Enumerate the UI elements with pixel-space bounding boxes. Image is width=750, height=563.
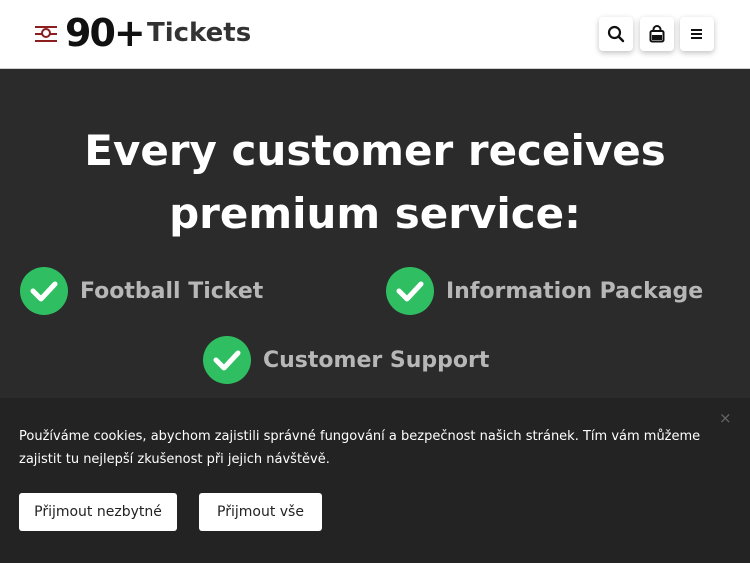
check-circle-icon — [20, 267, 68, 315]
feature-label: Football Ticket — [80, 278, 264, 304]
feature-label: Customer Support — [263, 347, 490, 373]
cart-button[interactable] — [640, 17, 674, 51]
site-logo[interactable]: 90+ — [35, 11, 146, 55]
cookie-banner: × Používáme cookies, abychom zajistili s… — [0, 398, 750, 563]
accept-necessary-button[interactable]: Přijmout nezbytné — [19, 493, 177, 531]
logo-mark-icon — [35, 22, 59, 44]
site-header: 90+ Tickets — [0, 0, 750, 69]
search-icon — [607, 25, 625, 43]
menu-icon — [691, 29, 702, 39]
check-circle-icon — [386, 267, 434, 315]
site-name[interactable]: Tickets — [147, 15, 251, 51]
search-button[interactable] — [599, 17, 633, 51]
feature-information-package: Information Package — [386, 267, 703, 315]
cookie-text: Používáme cookies, abychom zajistili spr… — [19, 429, 701, 467]
logo-text: 90+ — [65, 11, 146, 55]
menu-button[interactable] — [680, 17, 714, 51]
accept-all-button[interactable]: Přijmout vše — [199, 493, 322, 531]
feature-customer-support: Customer Support — [203, 336, 489, 384]
feature-label: Information Package — [446, 278, 704, 304]
feature-football-ticket: Football Ticket — [20, 267, 263, 315]
hero-headline: Every customer receives premium service: — [84, 126, 666, 238]
check-circle-icon — [203, 336, 251, 384]
close-icon[interactable]: × — [719, 410, 732, 426]
bag-icon — [649, 25, 665, 43]
